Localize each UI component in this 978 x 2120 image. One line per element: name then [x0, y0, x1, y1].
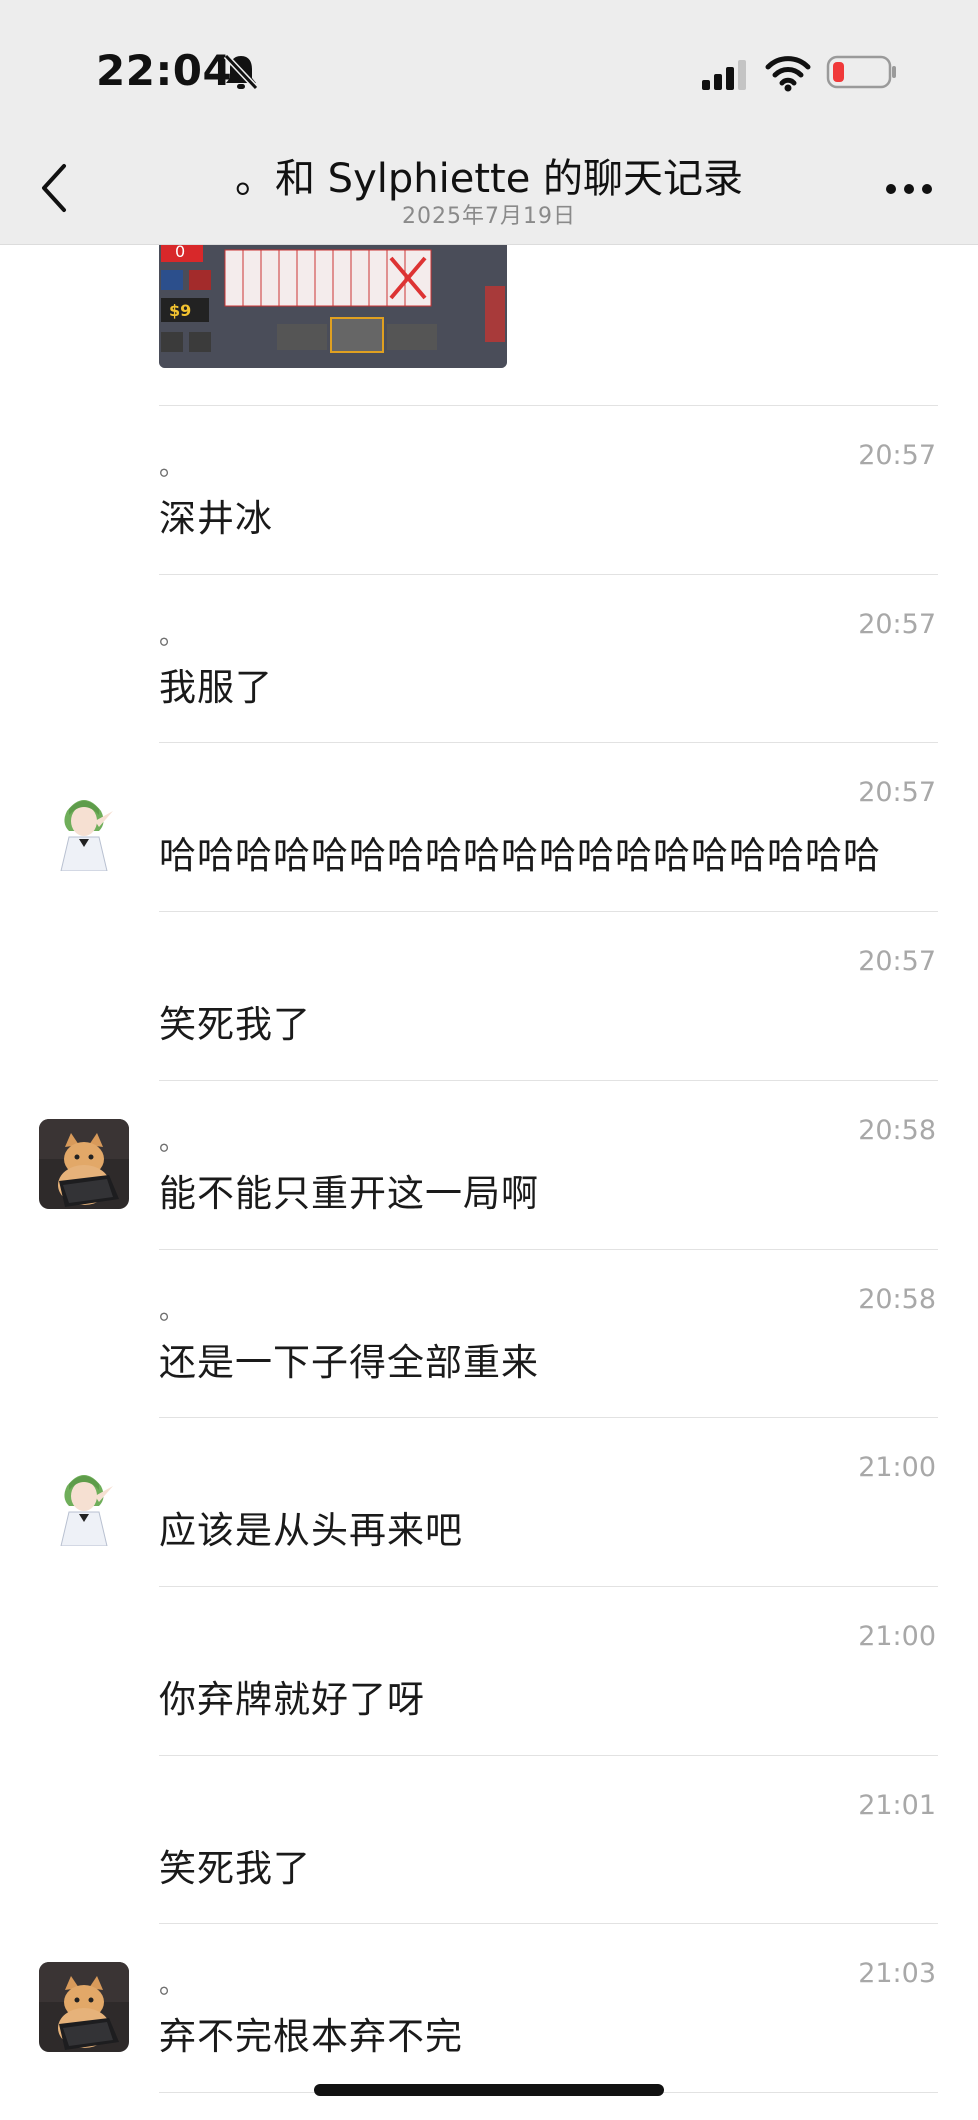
wifi-icon	[765, 56, 811, 92]
message-sender: 。	[159, 620, 186, 651]
message-time: 21:00	[858, 1620, 936, 1652]
cat-avatar[interactable]	[39, 1962, 129, 2053]
shared-game-image[interactable]: 0 $9	[159, 232, 507, 368]
message-time: 20:57	[858, 608, 936, 640]
message-sender: 。	[159, 1126, 186, 1157]
message-time: 20:57	[858, 440, 936, 471]
message-text: 还是一下子得全部重来	[159, 1340, 539, 1384]
message-time: 20:58	[858, 1114, 936, 1146]
message-text: 弃不完根本弃不完	[159, 2015, 463, 2059]
message-row[interactable]: 20:57 笑死我了	[0, 912, 978, 1080]
battery-icon	[826, 55, 896, 89]
message-row[interactable]: 21:00 你弃牌就好了呀	[0, 1587, 978, 1755]
message-time: 21:01	[858, 1789, 936, 1821]
message-text: 哈哈哈哈哈哈哈哈哈哈哈哈哈哈哈哈哈哈哈	[159, 834, 881, 878]
chat-history-title: 。和 Sylphiette 的聊天记录	[234, 156, 744, 202]
home-indicator	[314, 2084, 664, 2096]
sylphiette-avatar[interactable]	[39, 1456, 129, 1547]
more-icon[interactable]	[884, 182, 934, 196]
message-text: 笑死我了	[159, 1846, 311, 1890]
cat-avatar[interactable]	[39, 1118, 129, 1209]
message-row[interactable]: 。 20:58 还是一下子得全部重来	[0, 1250, 978, 1418]
message-sender: 。	[159, 452, 186, 482]
message-text: 我服了	[159, 665, 273, 709]
message-time: 20:58	[858, 1283, 936, 1315]
sylphiette-avatar[interactable]	[39, 781, 129, 872]
chat-history-date: 2025年7月19日	[402, 204, 576, 229]
message-row[interactable]: 21:01 笑死我了	[0, 1756, 978, 1924]
message-time: 21:03	[858, 1958, 936, 1990]
message-row[interactable]: 20:57 哈哈哈哈哈哈哈哈哈哈哈哈哈哈哈哈哈哈哈	[0, 743, 978, 911]
message-sender: 。	[159, 1295, 186, 1326]
message-list: 0 $9 。 20:57 深井冰 。 20:57 我服了 20:57 哈哈哈哈哈…	[0, 0, 978, 2120]
message-sender: 。	[159, 1970, 186, 2001]
message-time: 20:57	[858, 777, 936, 809]
message-time: 20:57	[858, 946, 936, 978]
nav-bar: 22:04 。和 Sylphiette 的聊天记录 2025年7月19日	[0, 0, 978, 245]
message-text: 你弃牌就好了呀	[159, 1677, 425, 1721]
signal-icon	[702, 60, 746, 90]
message-row[interactable]: 。 20:58 能不能只重开这一局啊	[0, 1081, 978, 1249]
message-row[interactable]: 。 20:57 我服了	[0, 575, 978, 743]
status-time: 22:04	[96, 46, 233, 95]
message-row[interactable]: 。 21:03 弃不完根本弃不完	[0, 1924, 978, 2092]
message-time: 21:00	[858, 1452, 936, 1484]
message-text: 深井冰	[159, 497, 273, 540]
message-row[interactable]: 21:00 应该是从头再来吧	[0, 1418, 978, 1586]
bell-off-icon	[223, 53, 259, 91]
message-text: 应该是从头再来吧	[159, 1509, 463, 1553]
message-row[interactable]: 。 20:57 深井冰	[0, 406, 978, 574]
message-text: 能不能只重开这一局啊	[159, 1171, 539, 1215]
message-text: 笑死我了	[159, 1003, 311, 1047]
svg-text:$9: $9	[169, 301, 191, 320]
